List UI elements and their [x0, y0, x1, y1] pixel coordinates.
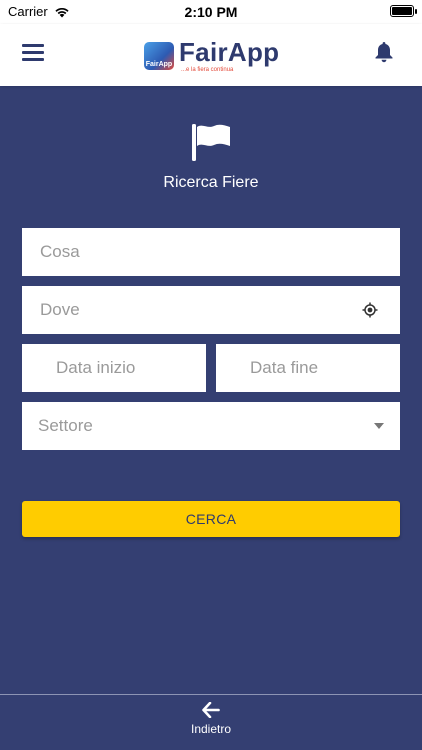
- app-header: FairApp FairApp ...e la fiera continua: [0, 24, 422, 86]
- logo-wordmark: FairApp ...e la fiera continua: [179, 39, 279, 73]
- sector-select[interactable]: Settore: [22, 402, 400, 450]
- app-tagline: ...e la fiera continua: [181, 67, 234, 73]
- back-label: Indietro: [190, 722, 232, 736]
- app-logo: FairApp FairApp ...e la fiera continua: [144, 34, 279, 78]
- status-bar: Carrier 2:10 PM: [0, 0, 422, 24]
- end-date-input[interactable]: [248, 344, 400, 392]
- sector-placeholder: Settore: [38, 416, 93, 435]
- what-field[interactable]: [22, 228, 400, 276]
- logo-badge-icon: FairApp: [144, 42, 174, 70]
- battery-icon: [390, 5, 417, 17]
- arrow-left-icon: [202, 702, 220, 718]
- page-title: Ricerca Fiere: [163, 174, 259, 191]
- flag-icon: [192, 124, 230, 161]
- status-time: 2:10 PM: [184, 4, 238, 20]
- start-date-field[interactable]: [22, 344, 206, 392]
- my-location-icon[interactable]: [362, 302, 378, 318]
- back-button[interactable]: Indietro: [171, 702, 251, 742]
- notification-bell-icon[interactable]: [374, 41, 394, 63]
- start-date-input[interactable]: [54, 344, 206, 392]
- chevron-down-icon: [374, 423, 384, 429]
- end-date-field[interactable]: [216, 344, 400, 392]
- what-input[interactable]: [38, 228, 400, 276]
- footer-divider: [0, 694, 422, 695]
- where-input[interactable]: [38, 286, 358, 334]
- app-name: FairApp: [179, 37, 280, 67]
- search-button[interactable]: CERCA: [22, 501, 400, 537]
- where-field[interactable]: [22, 286, 400, 334]
- hamburger-menu-icon[interactable]: [22, 44, 44, 62]
